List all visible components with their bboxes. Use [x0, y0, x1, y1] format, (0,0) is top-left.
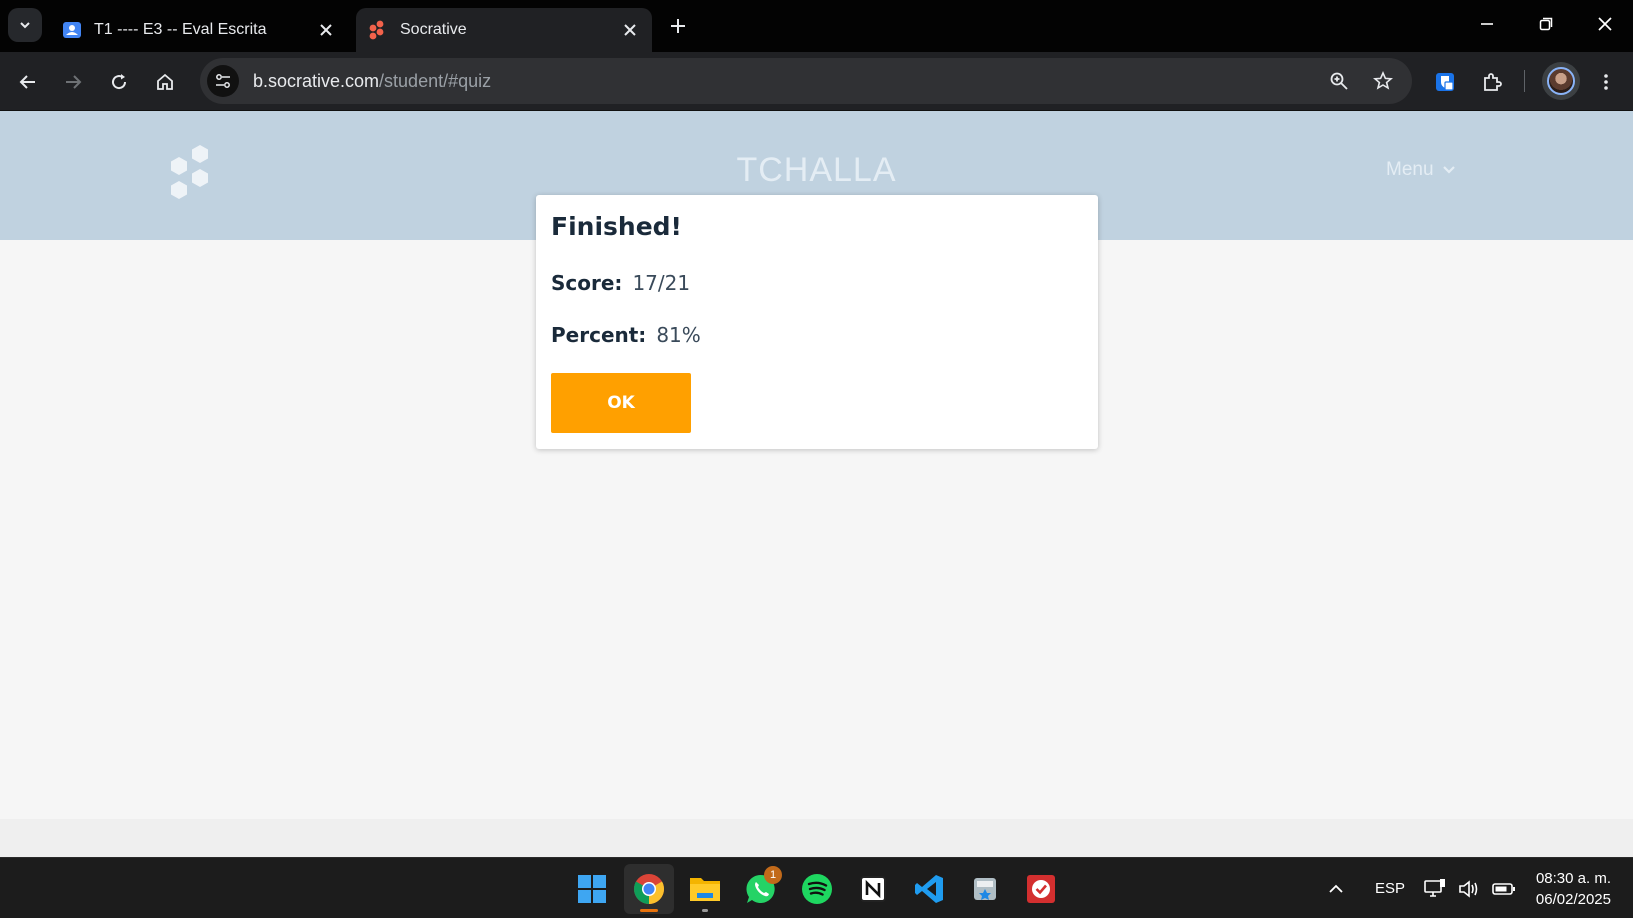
forward-button[interactable] — [55, 64, 91, 100]
home-button[interactable] — [147, 64, 183, 100]
score-row: Score: 17/21 — [551, 271, 690, 295]
notification-badge: 1 — [764, 866, 782, 884]
windows-logo-icon — [578, 875, 606, 903]
menu-label: Menu — [1386, 159, 1434, 180]
reload-button[interactable] — [101, 64, 137, 100]
tab-title: Socrative — [400, 21, 467, 38]
reload-icon — [112, 74, 127, 90]
extension-bitwarden-button[interactable] — [1427, 64, 1463, 100]
taskbar-chrome[interactable] — [624, 864, 674, 914]
browser-menu-button[interactable] — [1588, 64, 1624, 100]
score-label: Score: — [551, 271, 623, 295]
restore-button[interactable] — [1518, 6, 1574, 42]
taskbar-notion[interactable] — [848, 864, 898, 914]
browser-toolbar: b.socrative.com/student/#quiz — [0, 52, 1633, 111]
home-icon — [157, 73, 173, 90]
show-hidden-icons-button[interactable] — [1328, 858, 1344, 918]
spotify-icon — [802, 874, 832, 904]
chevron-down-icon — [20, 22, 30, 29]
restore-icon — [1539, 17, 1553, 31]
dialog-title: Finished! — [551, 212, 682, 241]
todo-check-icon — [1027, 875, 1055, 903]
plus-icon — [671, 19, 685, 33]
new-tab-button[interactable] — [664, 12, 692, 40]
profile-avatar-button[interactable] — [1542, 62, 1580, 100]
folder-icon — [690, 878, 720, 901]
chevron-down-icon — [1442, 166, 1455, 174]
url-path: /student/#quiz — [379, 70, 492, 91]
tab-title: T1 ---- E3 -- Eval Escrita — [94, 21, 267, 38]
browser-tab-strip: T1 ---- E3 -- Eval Escrita Socrative — [0, 0, 1633, 52]
back-button[interactable] — [10, 64, 46, 100]
socrative-icon — [369, 20, 384, 40]
running-indicator — [702, 909, 708, 912]
arrow-right-icon — [66, 75, 82, 89]
taskbar-vscode[interactable] — [904, 864, 954, 914]
clock-date: 06/02/2025 — [1535, 891, 1611, 908]
page-footer — [0, 819, 1633, 857]
battery-icon — [1492, 882, 1515, 895]
site-info-button[interactable] — [207, 65, 239, 97]
percent-value: 81% — [656, 323, 701, 347]
taskbar-whatsapp[interactable]: 1 — [736, 864, 786, 914]
taskbar-todo[interactable] — [1016, 864, 1066, 914]
taskbar-file-explorer[interactable] — [680, 864, 730, 914]
percent-row: Percent: 81% — [551, 323, 701, 347]
minimize-icon — [1481, 23, 1493, 25]
extensions-button[interactable] — [1474, 64, 1510, 100]
close-icon[interactable] — [620, 20, 640, 40]
ok-button[interactable]: OK — [551, 373, 691, 433]
clock-time: 08:30 a. m. — [1535, 870, 1611, 887]
toolbar-separator — [1524, 70, 1525, 92]
network-icon — [1424, 878, 1445, 897]
tune-icon — [216, 74, 230, 88]
close-window-button[interactable] — [1577, 6, 1633, 42]
close-icon[interactable] — [316, 20, 336, 40]
star-icon — [1373, 71, 1393, 90]
menu-dropdown[interactable]: Menu — [1386, 159, 1456, 181]
tab-socrative[interactable]: Socrative — [356, 8, 652, 52]
finished-dialog: Finished! Score: 17/21 Percent: 81% OK — [536, 195, 1098, 449]
minimize-button[interactable] — [1459, 6, 1515, 42]
taskbar-app[interactable] — [960, 864, 1010, 914]
percent-label: Percent: — [551, 323, 647, 347]
language-indicator[interactable]: ESP — [1375, 858, 1405, 918]
app-icon — [974, 878, 996, 900]
close-icon — [1598, 17, 1612, 31]
start-button[interactable] — [567, 864, 617, 914]
avatar — [1547, 67, 1575, 95]
url-host: b.socrative.com — [253, 70, 380, 91]
shield-extension-icon — [1436, 73, 1454, 91]
active-indicator — [640, 909, 658, 912]
score-value: 17/21 — [632, 271, 691, 295]
arrow-left-icon — [19, 75, 35, 89]
chevron-up-icon — [1329, 884, 1343, 893]
taskbar-spotify[interactable] — [792, 864, 842, 914]
tab-eval-escrita[interactable]: T1 ---- E3 -- Eval Escrita — [50, 8, 348, 52]
vscode-icon — [915, 875, 943, 903]
more-vert-icon — [1604, 74, 1608, 90]
volume-icon — [1459, 879, 1478, 898]
url-text: b.socrative.com/student/#quiz — [253, 71, 491, 92]
address-bar[interactable]: b.socrative.com/student/#quiz — [200, 58, 1412, 104]
tab-search-button[interactable] — [8, 8, 42, 42]
zoom-in-icon — [1330, 72, 1348, 90]
windows-taskbar: 1 ESP 08:30 a. m. 06/02/2025 — [0, 857, 1633, 918]
puzzle-icon — [1484, 73, 1502, 91]
notion-icon — [860, 876, 886, 902]
classroom-icon — [63, 22, 81, 38]
chrome-icon — [633, 874, 665, 904]
clock[interactable]: 08:30 a. m. 06/02/2025 — [1536, 868, 1611, 910]
zoom-button[interactable] — [1324, 66, 1354, 96]
bookmark-button[interactable] — [1368, 66, 1398, 96]
system-tray-status[interactable] — [1424, 858, 1516, 918]
